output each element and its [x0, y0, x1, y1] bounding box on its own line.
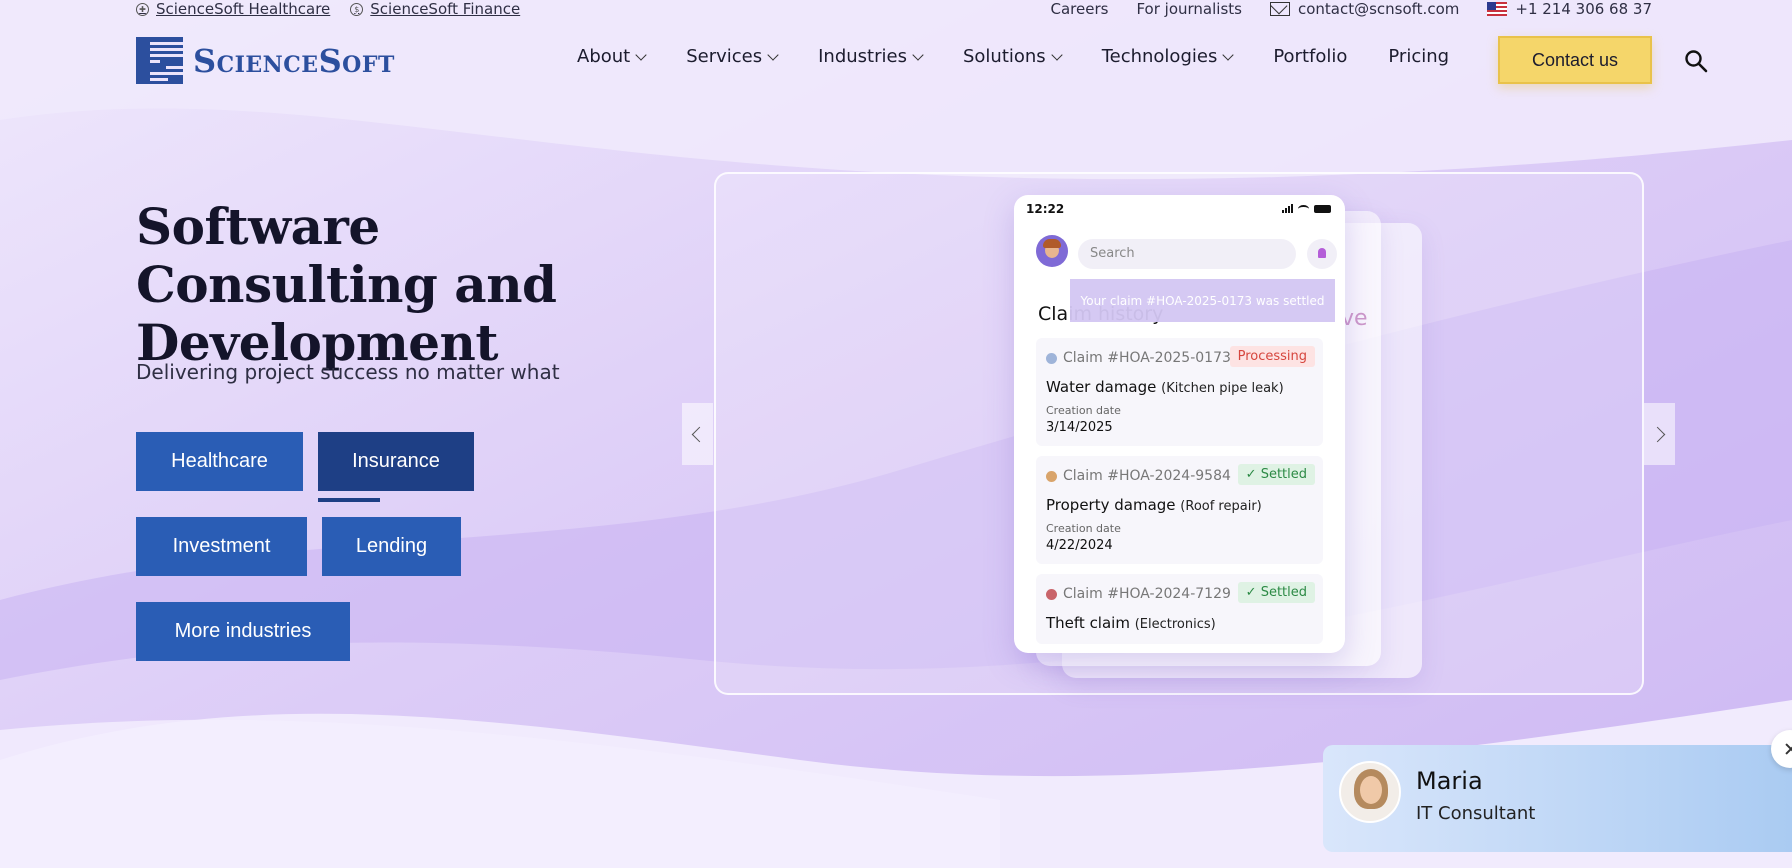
date-label: Creation date	[1046, 522, 1121, 535]
claim-title: Water damage	[1046, 378, 1157, 396]
nav-technologies[interactable]: Technologies	[1102, 46, 1234, 67]
user-avatar	[1036, 235, 1068, 267]
mail-icon	[1269, 2, 1290, 16]
bell-icon	[1307, 239, 1337, 269]
chevron-down-icon	[767, 48, 779, 61]
status-time: 12:22	[1026, 202, 1065, 216]
claim-detail: (Roof repair)	[1180, 499, 1262, 514]
main-nav: About Services Industries Solutions Tech…	[577, 46, 1490, 67]
house-icon	[1046, 470, 1057, 482]
status-badge: ✓ Settled	[1237, 464, 1315, 485]
search-icon[interactable]	[1684, 49, 1708, 73]
claim-card: Claim #HOA-2025-0173 Processing Water da…	[1036, 338, 1323, 446]
us-flag-icon	[1487, 2, 1508, 16]
chevron-right-icon	[1649, 426, 1666, 442]
claim-title: Property damage	[1046, 496, 1176, 514]
chevron-down-icon	[1051, 48, 1063, 61]
logo-text: ScienceSoft	[193, 41, 395, 80]
consultant-widget[interactable]: Maria IT Consultant	[1323, 745, 1792, 852]
claim-card: Claim #HOA-2024-7129 ✓ Settled Theft cla…	[1036, 574, 1323, 644]
claim-detail: (Electronics)	[1134, 617, 1216, 632]
industry-investment-button[interactable]: Investment	[136, 517, 307, 576]
check-icon: ✓	[1245, 467, 1261, 482]
phone-search-input: Search	[1078, 239, 1296, 269]
carousel-prev-button[interactable]	[682, 403, 713, 465]
status-badge: ✓ Settled	[1237, 582, 1315, 603]
journalists-link[interactable]: For journalists	[1136, 0, 1242, 18]
logo[interactable]: ScienceSoft	[136, 37, 395, 84]
chevron-down-icon	[912, 48, 924, 61]
notification-toast: Your claim #HOA-2025-0173 was settled	[1070, 279, 1335, 322]
more-industries-button[interactable]: More industries	[136, 602, 350, 661]
nav-industries[interactable]: Industries	[818, 46, 924, 67]
phone-mockup: 12:22 Search Claim history Your claim #H…	[1014, 195, 1345, 653]
consultant-avatar	[1339, 761, 1401, 823]
nav-portfolio[interactable]: Portfolio	[1273, 46, 1347, 67]
utility-bar: ✚ ScienceSoft Healthcare $ ScienceSoft F…	[0, 0, 1792, 20]
chevron-down-icon	[1222, 48, 1234, 61]
main-header: ScienceSoft About Services Industries So…	[0, 34, 1792, 90]
consultant-role: IT Consultant	[1416, 803, 1536, 824]
phone-link[interactable]: +1 214 306 68 37	[1487, 0, 1652, 18]
healthcare-site-link[interactable]: ✚ ScienceSoft Healthcare	[136, 0, 330, 18]
status-badge: Processing	[1229, 346, 1315, 367]
chevron-left-icon	[691, 426, 708, 442]
status-icons	[1282, 204, 1331, 213]
nav-solutions[interactable]: Solutions	[963, 46, 1063, 67]
chevron-down-icon	[635, 48, 647, 61]
claim-date: 3/14/2025	[1046, 420, 1113, 435]
industry-insurance-button[interactable]: Insurance	[318, 432, 474, 491]
email-link[interactable]: contact@scnsoft.com	[1269, 0, 1459, 18]
shield-icon	[1046, 588, 1057, 600]
dollar-icon: $	[350, 2, 364, 16]
date-label: Creation date	[1046, 404, 1121, 417]
nav-about[interactable]: About	[577, 46, 647, 67]
claim-date: 4/22/2024	[1046, 538, 1113, 553]
hero-subtitle: Delivering project success no matter wha…	[136, 360, 560, 384]
industry-healthcare-button[interactable]: Healthcare	[136, 432, 303, 491]
logo-mark-icon	[136, 37, 183, 84]
industry-lending-button[interactable]: Lending	[322, 517, 461, 576]
nav-pricing[interactable]: Pricing	[1388, 46, 1449, 67]
contact-us-button[interactable]: Contact us	[1498, 36, 1652, 84]
hero-title: Software Consulting and Development	[136, 197, 557, 372]
signal-icon	[1282, 204, 1293, 213]
nav-services[interactable]: Services	[686, 46, 779, 67]
claim-title: Theft claim	[1046, 614, 1130, 632]
check-icon: ✓	[1245, 585, 1261, 600]
carousel-next-button[interactable]	[1644, 403, 1675, 465]
careers-link[interactable]: Careers	[1051, 0, 1109, 18]
consultant-name: Maria	[1416, 767, 1483, 795]
active-tab-indicator	[318, 498, 380, 502]
claim-card: Claim #HOA-2024-9584 ✓ Settled Property …	[1036, 456, 1323, 564]
claim-detail: (Kitchen pipe leak)	[1161, 381, 1284, 396]
battery-icon	[1314, 204, 1331, 213]
finance-site-link[interactable]: $ ScienceSoft Finance	[350, 0, 520, 18]
shield-icon: ✚	[136, 2, 149, 16]
wifi-icon	[1298, 204, 1309, 213]
pipe-icon	[1046, 352, 1057, 364]
